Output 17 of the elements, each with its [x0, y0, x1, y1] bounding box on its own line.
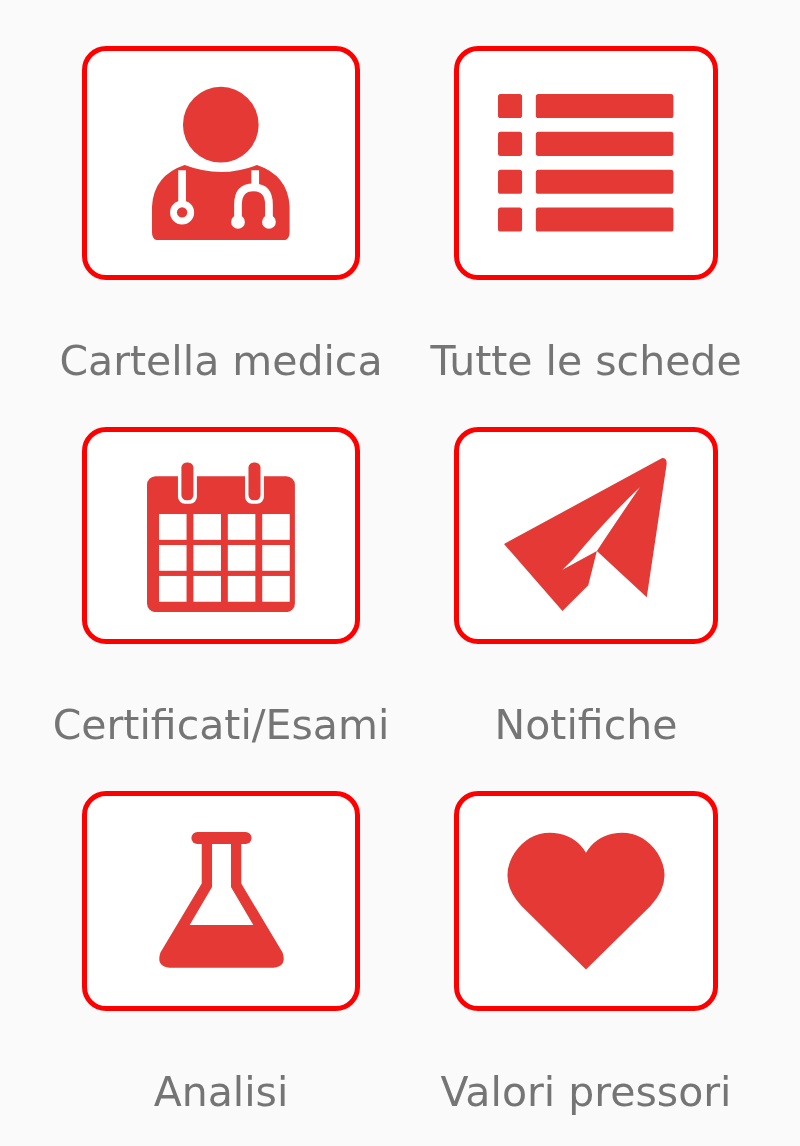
tile-label: Notifiche	[494, 700, 678, 750]
tile-label: Valori pressori	[440, 1067, 732, 1117]
tile-label: Certificati/Esami	[52, 700, 390, 750]
tile-label: Tutte le schede	[430, 336, 742, 386]
menu-tile[interactable]	[82, 791, 360, 1011]
menu-tile[interactable]	[82, 427, 360, 644]
flask-icon	[156, 832, 286, 970]
paper-plane-icon	[504, 458, 668, 613]
heart-icon	[506, 832, 666, 970]
menu-tile[interactable]	[454, 46, 718, 280]
tile-label: Cartella medica	[59, 336, 383, 386]
menu-tile[interactable]	[454, 791, 718, 1011]
menu-tile[interactable]	[454, 427, 718, 644]
menu-tile[interactable]	[82, 46, 360, 280]
list-icon	[498, 94, 674, 232]
tile-label: Analisi	[153, 1067, 289, 1117]
doctor-icon	[152, 85, 290, 241]
